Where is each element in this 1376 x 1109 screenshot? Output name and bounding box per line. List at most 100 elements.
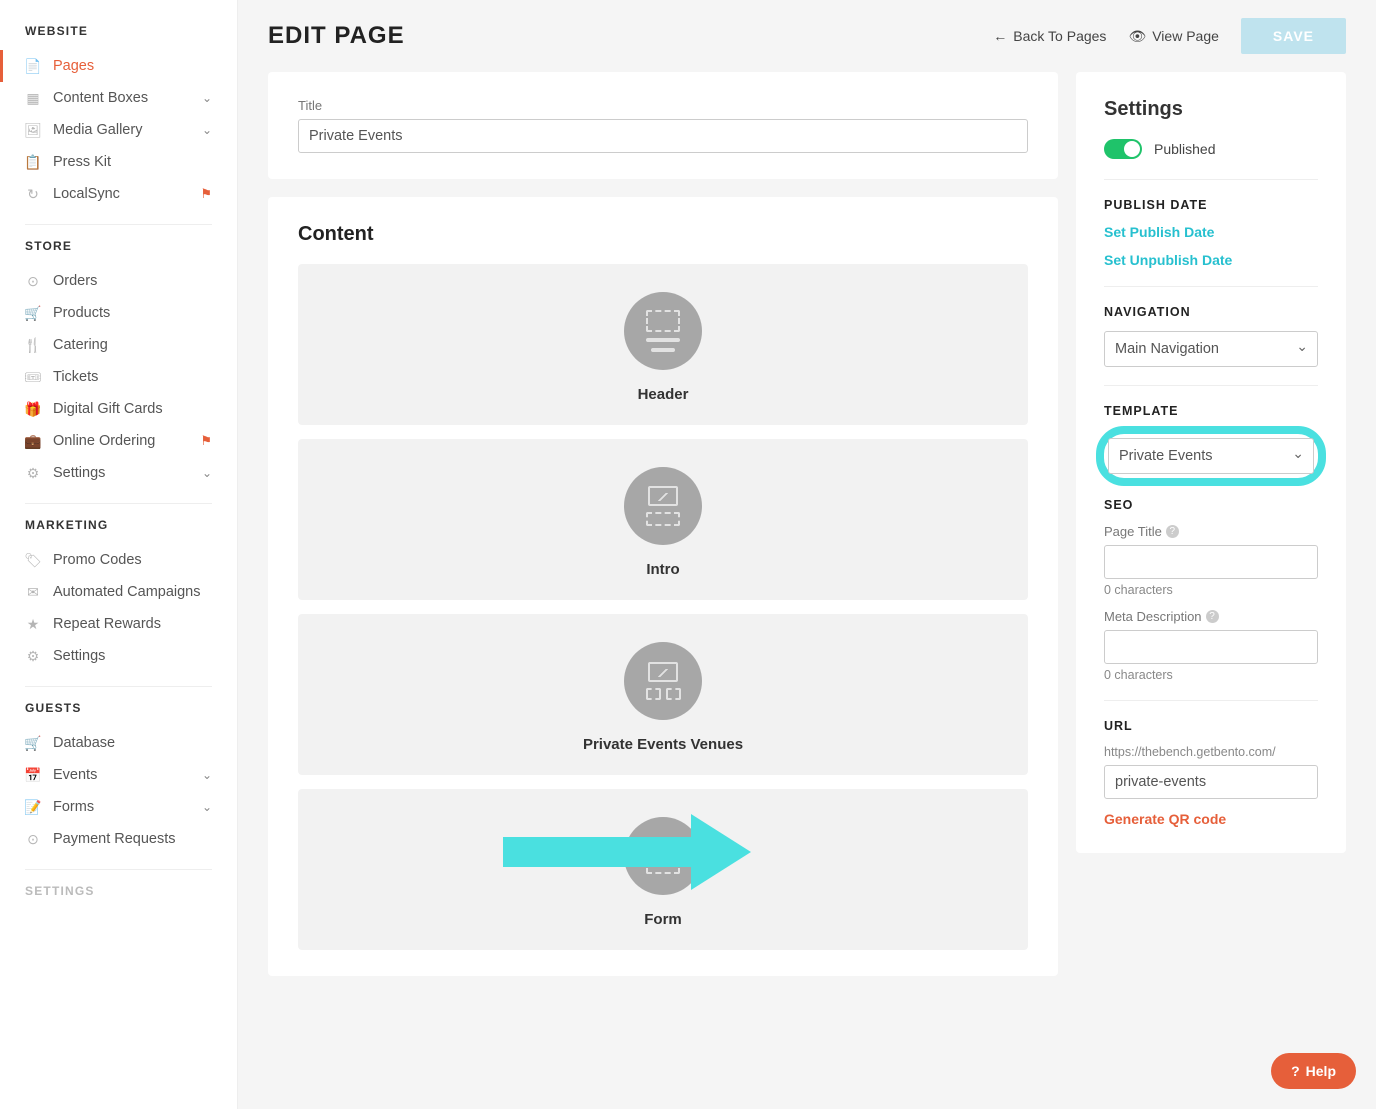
seo-heading: SEO (1104, 498, 1318, 512)
sidebar-icon: ⊙ (25, 273, 41, 289)
sidebar-item-catering[interactable]: 🍴Catering (25, 329, 212, 361)
generate-qr-link[interactable]: Generate QR code (1104, 811, 1318, 827)
navigation-heading: NAVIGATION (1104, 305, 1318, 319)
sidebar-item-label: Automated Campaigns (53, 584, 201, 600)
sidebar-heading: GUESTS (25, 701, 212, 715)
eye-icon: 👁 (1128, 28, 1146, 45)
sidebar-item-label: Catering (53, 337, 108, 353)
sidebar-item-label: Media Gallery (53, 122, 142, 138)
sidebar-item-label: Repeat Rewards (53, 616, 161, 632)
meta-desc-field-label: Meta Description ? (1104, 609, 1318, 624)
sidebar-icon: 📅 (25, 767, 41, 783)
content-heading: Content (298, 223, 1028, 246)
sidebar-item-products[interactable]: 🛒Products (25, 297, 212, 329)
block-label: Form (644, 911, 682, 928)
sidebar-item-pages[interactable]: 📄 Pages (25, 50, 212, 82)
sidebar-item-label: Payment Requests (53, 831, 176, 847)
set-publish-date-link[interactable]: Set Publish Date (1104, 224, 1318, 240)
sidebar-icon: ⚙ (25, 465, 41, 481)
sidebar-icon: ↻ (25, 186, 41, 202)
main-content: EDIT PAGE ← Back To Pages 👁 View Page SA… (238, 0, 1376, 1109)
sidebar-item-label: Online Ordering (53, 433, 155, 449)
sidebar-item-label: Products (53, 305, 110, 321)
sidebar-icon: 🖼 (25, 122, 41, 138)
published-label: Published (1154, 141, 1216, 157)
set-unpublish-date-link[interactable]: Set Unpublish Date (1104, 252, 1318, 268)
sidebar-heading: WEBSITE (25, 24, 212, 38)
block-label: Header (638, 386, 689, 403)
content-block-form[interactable]: Form (298, 789, 1028, 950)
content-block-intro[interactable]: Intro (298, 439, 1028, 600)
sidebar-heading: MARKETING (25, 518, 212, 532)
url-prefix: https://thebench.getbento.com/ (1104, 745, 1318, 759)
sidebar-item-automated-campaigns[interactable]: ✉Automated Campaigns (25, 576, 212, 608)
sidebar-icon: 📄 (25, 58, 41, 74)
view-page-link[interactable]: 👁 View Page (1128, 28, 1218, 45)
template-highlight: Private Events (1096, 426, 1326, 486)
sidebar-item-database[interactable]: 🛒 Database (25, 727, 212, 759)
sidebar-item-orders[interactable]: ⊙Orders (25, 265, 212, 297)
sidebar-item-events[interactable]: 📅Events⌄ (25, 759, 212, 791)
block-icon (624, 467, 702, 545)
title-label: Title (298, 98, 1028, 113)
help-icon: ? (1291, 1063, 1300, 1079)
url-slug-input[interactable] (1104, 765, 1318, 799)
save-button[interactable]: SAVE (1241, 18, 1346, 54)
sidebar-item-online-ordering[interactable]: 💼Online Ordering⚑ (25, 425, 212, 457)
title-input[interactable] (298, 119, 1028, 153)
sidebar-item-press-kit[interactable]: 📋Press Kit (25, 146, 212, 178)
sidebar-item-label: Content Boxes (53, 90, 148, 106)
sidebar-icon: 📝 (25, 799, 41, 815)
sidebar-item-settings[interactable]: ⚙Settings (25, 640, 212, 672)
block-label: Private Events Venues (583, 736, 743, 753)
sidebar-item-label: Forms (53, 799, 94, 815)
help-icon[interactable]: ? (1206, 610, 1219, 623)
sidebar-item-promo-codes[interactable]: 🏷Promo Codes (25, 544, 212, 576)
navigation-select[interactable]: Main Navigation (1104, 331, 1318, 367)
url-heading: URL (1104, 719, 1318, 733)
back-to-pages-link[interactable]: ← Back To Pages (993, 28, 1106, 44)
sidebar-item-label: Database (53, 735, 115, 751)
header-actions: ← Back To Pages 👁 View Page SAVE (993, 18, 1346, 54)
help-button[interactable]: ? Help (1271, 1053, 1356, 1089)
sidebar-icon: 🎁 (25, 401, 41, 417)
published-toggle[interactable] (1104, 139, 1142, 159)
sidebar-item-forms[interactable]: 📝 Forms ⌄ (25, 791, 212, 823)
sidebar-item-content-boxes[interactable]: ▦Content Boxes⌄ (25, 82, 212, 114)
sidebar-item-media-gallery[interactable]: 🖼Media Gallery⌄ (25, 114, 212, 146)
page-title-field-label: Page Title ? (1104, 524, 1318, 539)
sidebar-icon: 🎟 (25, 369, 41, 385)
sidebar-item-tickets[interactable]: 🎟Tickets (25, 361, 212, 393)
help-label: Help (1306, 1063, 1336, 1079)
help-icon[interactable]: ? (1166, 525, 1179, 538)
chevron-down-icon: ⌄ (202, 800, 212, 814)
sidebar-item-label: Promo Codes (53, 552, 142, 568)
sidebar-item-settings[interactable]: ⚙Settings⌄ (25, 457, 212, 489)
sidebar-heading: SETTINGS (25, 884, 212, 898)
sidebar-icon: ⊙ (25, 831, 41, 847)
title-card: Title (268, 72, 1058, 179)
sidebar-icon: ⚙ (25, 648, 41, 664)
sidebar: WEBSITE 📄 Pages ▦ Content Boxes ⌄ 🖼 Media Galle… (0, 0, 238, 1109)
sidebar-item-payment-requests[interactable]: ⊙ Payment Requests (25, 823, 212, 855)
sidebar-heading: STORE (25, 239, 212, 253)
flag-icon: ⚑ (200, 186, 212, 202)
page-title-char-count: 0 characters (1104, 583, 1318, 597)
seo-meta-desc-input[interactable] (1104, 630, 1318, 664)
sidebar-icon: 🛒 (25, 735, 41, 751)
content-block-header[interactable]: Header (298, 264, 1028, 425)
block-icon (624, 292, 702, 370)
sidebar-icon: ★ (25, 616, 41, 632)
sidebar-item-label: Pages (53, 58, 94, 74)
sidebar-item-localsync[interactable]: ↻LocalSync⚑ (25, 178, 212, 210)
sidebar-item-digital-gift-cards[interactable]: 🎁Digital Gift Cards (25, 393, 212, 425)
sidebar-item-repeat-rewards[interactable]: ★ Repeat Rewards (25, 608, 212, 640)
seo-page-title-input[interactable] (1104, 545, 1318, 579)
block-label: Intro (646, 561, 679, 578)
settings-panel: Settings Published PUBLISH DATE Set Publ… (1076, 72, 1346, 853)
chevron-down-icon: ⌄ (202, 466, 212, 480)
sidebar-icon: ▦ (25, 90, 41, 106)
flag-icon: ⚑ (200, 433, 212, 449)
template-select[interactable]: Private Events (1108, 438, 1314, 474)
content-block-venues[interactable]: Private Events Venues (298, 614, 1028, 775)
